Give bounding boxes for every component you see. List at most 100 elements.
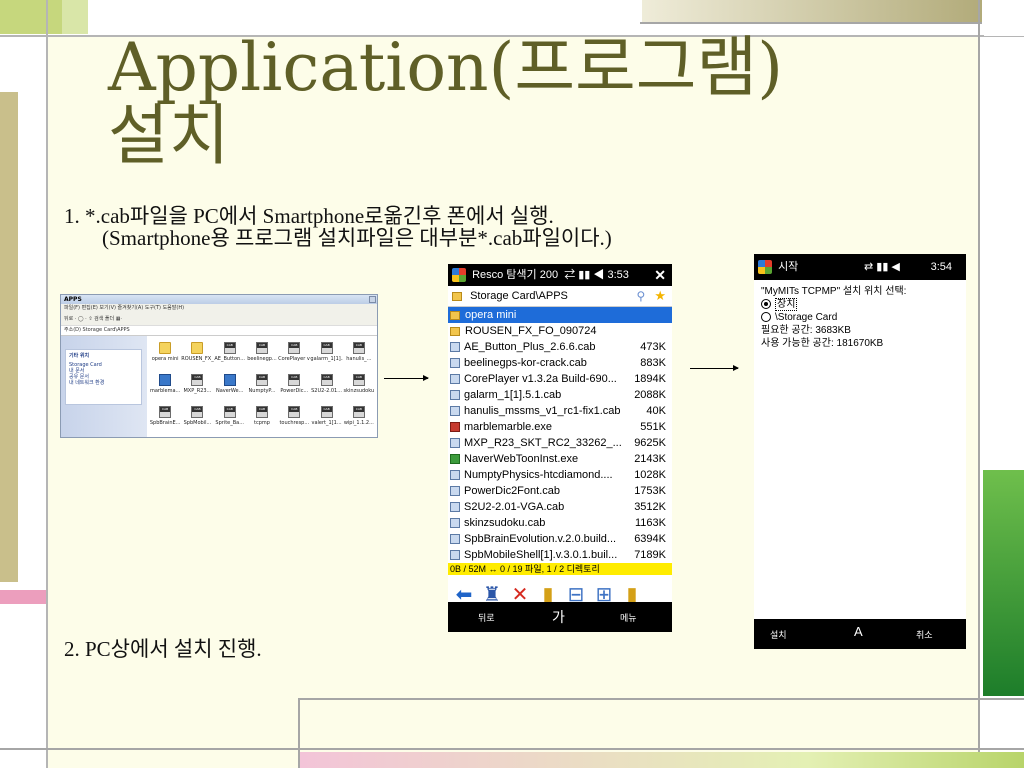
file-list-row[interactable]: SpbMobileShell[1].v.3.0.1.buil... 7189K — [448, 547, 672, 563]
file-list-row[interactable]: NaverWebToonInst.exe 2143K — [448, 451, 672, 467]
cab-file-icon — [288, 374, 301, 386]
file-list-row[interactable]: marblemarble.exe 551K — [448, 419, 672, 435]
explorer-file-item: S2U2-2.01... — [310, 371, 342, 403]
radio-empty-icon — [761, 312, 771, 323]
softkey-input-mode: A — [854, 624, 863, 639]
deco-block-white — [984, 0, 1024, 36]
radio-selected-icon — [761, 299, 771, 310]
file-name: galarm_1[1]... — [310, 356, 343, 362]
deco-bar-left — [0, 92, 18, 582]
folder-icon — [452, 291, 462, 301]
status-title: Resco 탐색기 200 — [472, 269, 559, 281]
close-icon: ✕ — [654, 267, 666, 283]
cab-file-icon — [450, 550, 460, 561]
file-list-row[interactable]: NumptyPhysics-htcdiamond.... 1028K — [448, 467, 672, 483]
file-row-name: MXP_R23_SKT_RC2_33262_... — [464, 437, 622, 449]
slide-title: Application(프로그램) 설치 — [108, 34, 783, 170]
file-list-row[interactable]: hanulis_mssms_v1_rc1-fix1.cab 40K — [448, 403, 672, 419]
file-row-size: 6394K — [634, 533, 666, 545]
file-name: NaverWe... — [216, 388, 244, 394]
available-space: 사용 가능한 공간: 181670KB — [761, 338, 884, 349]
explorer-file-item: SpbBrainE... — [149, 403, 181, 435]
file-list-row[interactable]: opera mini — [448, 307, 672, 323]
file-list-row[interactable]: galarm_1[1].5.1.cab 2088K — [448, 387, 672, 403]
file-row-name: marblemarble.exe — [464, 421, 553, 433]
deco-line-left — [46, 0, 48, 768]
file-name: skinzsudoku — [343, 388, 375, 394]
cab-file-icon — [450, 390, 460, 401]
file-name: touchresp... — [279, 420, 310, 426]
file-row-size: 1163K — [635, 517, 666, 529]
close-icon — [369, 296, 376, 303]
file-list-row[interactable]: AE_Button_Plus_2.6.6.cab 473K — [448, 339, 672, 355]
file-row-size: 2143K — [634, 453, 666, 465]
file-list-row[interactable]: SpbBrainEvolution.v.2.0.build... 6394K — [448, 531, 672, 547]
explorer-file-item: tcpmp — [246, 403, 278, 435]
file-row-size: 551K — [640, 421, 666, 433]
deco-line-right — [978, 0, 980, 768]
exe-file-icon — [223, 374, 236, 386]
softkey-back: 뒤로 — [478, 613, 495, 623]
file-row-size: 2088K — [634, 389, 666, 401]
softkey-bar: 설치 A 취소 — [754, 619, 966, 649]
explorer-file-item: wipi_1.1.2... — [343, 403, 375, 435]
file-name: ROUSEN_FX_FO_090724 — [181, 356, 214, 362]
explorer-file-item: AE_Button... — [214, 339, 246, 371]
file-list-row[interactable]: ROUSEN_FX_FO_090724 — [448, 323, 672, 339]
cab-file-icon — [352, 374, 365, 386]
deco-block-pink — [0, 590, 46, 604]
file-list-row[interactable]: S2U2-2.01-VGA.cab 3512K — [448, 499, 672, 515]
file-list-row[interactable]: CorePlayer v1.3.2a Build-690... 1894K — [448, 371, 672, 387]
file-row-name: skinzsudoku.cab — [464, 517, 546, 529]
file-name: marblema... — [149, 388, 181, 394]
sidebar-place-item: 내 네트워크 환경 — [69, 380, 105, 386]
exe-file-icon — [450, 454, 460, 465]
file-row-name: ROUSEN_FX_FO_090724 — [465, 325, 597, 337]
explorer-file-item: ROUSEN_FX_FO_090724 — [181, 339, 214, 371]
file-row-size: 473K — [640, 341, 666, 353]
status-time: 3:54 — [930, 261, 952, 273]
softkey-menu: 메뉴 — [620, 613, 637, 623]
file-row-size: 1028K — [634, 469, 666, 481]
cab-file-icon — [352, 342, 365, 354]
deco-bar-green-right — [983, 470, 1024, 696]
file-row-name: S2U2-2.01-VGA.cab — [464, 501, 565, 513]
cab-file-icon — [320, 406, 333, 418]
file-list-row[interactable]: skinzsudoku.cab 1163K — [448, 515, 672, 531]
deco-block-lightgreen — [62, 0, 88, 34]
file-summary-bar: 0B / 52M ↔ 0 / 19 파일, 1 / 2 디렉토리 — [448, 563, 672, 575]
deco-bar-bottom — [300, 752, 1024, 768]
explorer-file-item: SpbMobil... — [181, 403, 213, 435]
file-list-row[interactable]: beelinegps-kor-crack.cab 883K — [448, 355, 672, 371]
explorer-menubar: 파일(F) 편집(E) 보기(V) 즐겨찾기(A) 도구(T) 도움말(H) — [61, 304, 377, 313]
windows-logo-icon — [452, 268, 466, 283]
explorer-file-item: CorePlayer v1.3.2a B... — [278, 339, 310, 371]
folder-icon — [450, 310, 460, 320]
cab-file-icon — [191, 374, 204, 386]
option-storage-card: \Storage Card — [761, 311, 959, 324]
explorer-address-bar: 주소(D) Storage Card\APPS — [61, 326, 377, 336]
option-device: 장치 — [761, 298, 959, 311]
cab-file-icon — [223, 406, 236, 418]
deco-line-bottom-2 — [0, 748, 1024, 750]
slide-title-line1: Application(프로그램) — [108, 29, 783, 106]
explorer-file-item: PowerDic... — [278, 371, 310, 403]
status-title: 시작 — [778, 261, 799, 273]
file-row-name: SpbBrainEvolution.v.2.0.build... — [464, 533, 617, 545]
file-list: opera mini ROUSEN_FX_FO_090724 AE_Button_P… — [448, 307, 672, 563]
file-row-name: beelinegps-kor-crack.cab — [464, 357, 587, 369]
cab-file-icon — [255, 342, 268, 354]
explorer-file-item: Sprite_Ba... — [214, 403, 246, 435]
file-row-name: CorePlayer v1.3.2a Build-690... — [464, 373, 617, 385]
cab-file-icon — [320, 374, 333, 386]
cab-file-icon — [450, 534, 460, 545]
explorer-file-item: beelinegp... — [246, 339, 278, 371]
file-list-row[interactable]: PowerDic2Font.cab 1753K — [448, 483, 672, 499]
file-name: AE_Button... — [214, 356, 245, 362]
file-name: tcpmp — [254, 420, 270, 426]
deco-block-green — [0, 0, 62, 34]
file-list-row[interactable]: MXP_R23_SKT_RC2_33262_... 9625K — [448, 435, 672, 451]
search-icon: ⚲ — [636, 289, 646, 303]
arrow-right-icon — [384, 375, 429, 381]
explorer-sidebar: 기타 위치 Storage Card 내 문서 공유 문서 내 네트워크 환경 — [61, 336, 147, 437]
